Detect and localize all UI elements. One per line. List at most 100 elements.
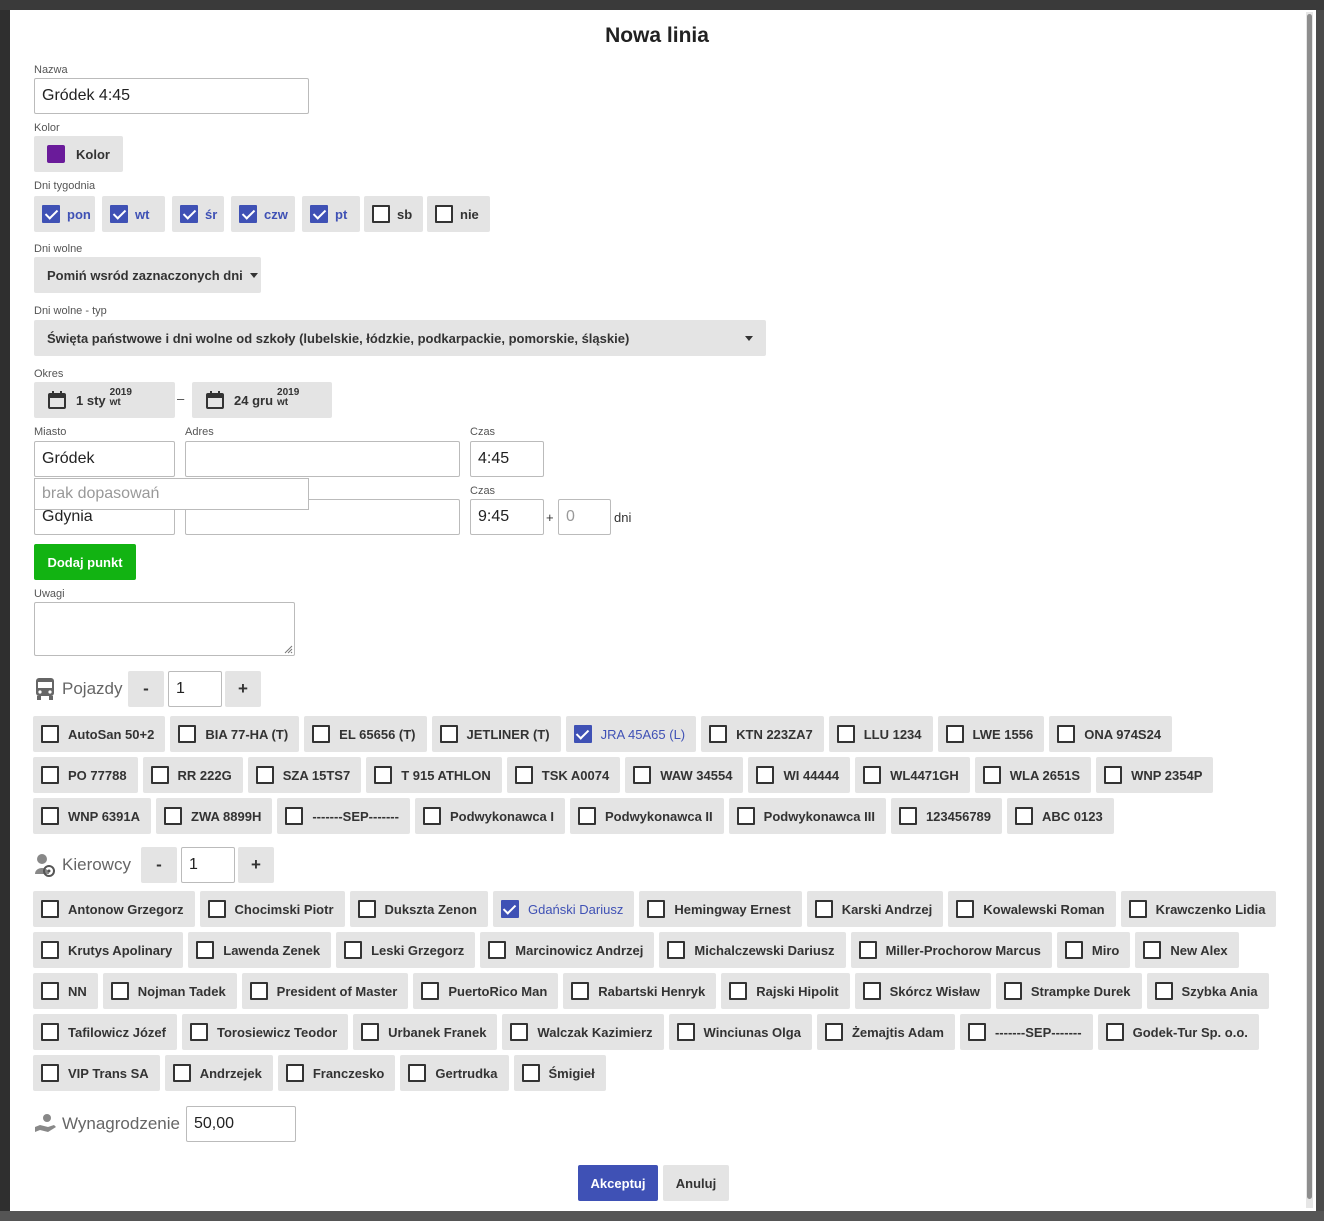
period-to-button[interactable]: 24 gru 2019 wt	[192, 382, 332, 418]
dialog-scrollbar[interactable]	[1306, 12, 1313, 1208]
driver-option[interactable]: Strampke Durek	[995, 973, 1142, 1009]
vehicles-count-input[interactable]	[168, 671, 222, 707]
vehicle-option[interactable]: 123456789	[890, 798, 1003, 834]
driver-option[interactable]: Skórcz Wisław	[854, 973, 991, 1009]
driver-option[interactable]: Winciunas Olga	[668, 1014, 812, 1050]
name-input[interactable]	[34, 78, 309, 114]
driver-option[interactable]: Lawenda Zenek	[188, 932, 332, 968]
driver-option[interactable]: Torosiewicz Teodor	[182, 1014, 349, 1050]
holidays-dropdown[interactable]: Pomiń wsród zaznaczonych dni	[34, 257, 261, 293]
driver-option[interactable]: Nojman Tadek	[102, 973, 237, 1009]
vehicle-option[interactable]: WNP 6391A	[33, 798, 152, 834]
driver-option[interactable]: Urbanek Franek	[353, 1014, 498, 1050]
period-from-button[interactable]: 1 sty 2019 wt	[34, 382, 175, 418]
driver-option[interactable]: Rabartski Henryk	[563, 973, 717, 1009]
vehicle-option[interactable]: JRA 45A65 (L)	[565, 716, 697, 752]
end-time-input[interactable]	[470, 499, 544, 535]
vehicle-option[interactable]: PO 77788	[33, 757, 138, 793]
driver-option[interactable]: Walczak Kazimierz	[502, 1014, 664, 1050]
notes-textarea[interactable]	[34, 602, 295, 656]
driver-option[interactable]: Franczesko	[277, 1055, 396, 1091]
drivers-increment-button[interactable]: +	[238, 847, 274, 883]
vehicle-option[interactable]: WI 44444	[748, 757, 851, 793]
vehicle-option[interactable]: RR 222G	[142, 757, 243, 793]
driver-option[interactable]: Chocimski Piotr	[199, 891, 345, 927]
vehicle-option[interactable]: -------SEP-------	[277, 798, 410, 834]
driver-option[interactable]: Dukszta Zenon	[349, 891, 488, 927]
driver-option[interactable]: Gertrudka	[400, 1055, 509, 1091]
drivers-decrement-button[interactable]: -	[141, 847, 177, 883]
start-address-input[interactable]	[185, 441, 460, 477]
vehicle-option[interactable]: T 915 ATHLON	[366, 757, 502, 793]
driver-option[interactable]: Godek-Tur Sp. o.o.	[1097, 1014, 1259, 1050]
weekday-toggle[interactable]: sb	[364, 196, 423, 232]
vehicle-option[interactable]: SZA 15TS7	[247, 757, 362, 793]
vehicle-option[interactable]: ONA 974S24	[1049, 716, 1173, 752]
driver-option[interactable]: Krawczenko Lidia	[1120, 891, 1277, 927]
driver-option[interactable]: Gdański Dariusz	[492, 891, 635, 927]
vehicle-option[interactable]: ABC 0123	[1007, 798, 1114, 834]
driver-option[interactable]: President of Master	[241, 973, 409, 1009]
vehicle-option[interactable]: Podwykonawca III	[728, 798, 886, 834]
vehicle-option[interactable]: Podwykonawca I	[414, 798, 566, 834]
vehicle-option[interactable]: WAW 34554	[625, 757, 744, 793]
driver-option[interactable]: Antonow Grzegorz	[33, 891, 195, 927]
driver-option[interactable]: Rajski Hipolit	[721, 973, 850, 1009]
vehicle-option[interactable]: TSK A0074	[506, 757, 621, 793]
color-button[interactable]: Kolor	[34, 136, 123, 172]
vehicle-option[interactable]: WNP 2354P	[1096, 757, 1214, 793]
days-offset-input[interactable]	[558, 499, 611, 535]
start-city-input[interactable]	[34, 441, 175, 477]
driver-option[interactable]: Żemajtis Adam	[816, 1014, 955, 1050]
weekday-toggle[interactable]: pt	[302, 196, 360, 232]
driver-option[interactable]: -------SEP-------	[959, 1014, 1093, 1050]
vehicle-option[interactable]: LWE 1556	[937, 716, 1045, 752]
driver-option[interactable]: Krutys Apolinary	[33, 932, 184, 968]
vehicle-option[interactable]: EL 65656 (T)	[304, 716, 427, 752]
driver-option[interactable]: Szybka Ania	[1146, 973, 1269, 1009]
resize-handle-icon[interactable]	[283, 644, 293, 654]
driver-option[interactable]: New Alex	[1135, 932, 1239, 968]
weekday-toggle[interactable]: nie	[427, 196, 490, 232]
driver-option[interactable]: Andrzejek	[164, 1055, 273, 1091]
salary-input[interactable]	[186, 1106, 296, 1142]
driver-option[interactable]: Karski Andrzej	[806, 891, 944, 927]
driver-option[interactable]: Marcinowicz Andrzej	[480, 932, 655, 968]
city-autocomplete-dropdown[interactable]: brak dopasowań	[34, 478, 309, 510]
vehicle-option[interactable]: BIA 77-HA (T)	[170, 716, 300, 752]
vehicle-option[interactable]: KTN 223ZA7	[701, 716, 824, 752]
vehicle-option[interactable]: ZWA 8899H	[156, 798, 273, 834]
weekday-toggle[interactable]: czw	[231, 196, 295, 232]
driver-option[interactable]: Miro	[1056, 932, 1131, 968]
accept-button[interactable]: Akceptuj	[578, 1165, 658, 1201]
vehicles-increment-button[interactable]: +	[225, 671, 261, 707]
cancel-button[interactable]: Anuluj	[663, 1165, 729, 1201]
driver-option[interactable]: Tafilowicz Józef	[33, 1014, 177, 1050]
vehicle-option[interactable]: LLU 1234	[828, 716, 933, 752]
driver-option[interactable]: Śmigieł	[513, 1055, 606, 1091]
drivers-count-input[interactable]	[181, 847, 235, 883]
driver-option[interactable]: Leski Grzegorz	[336, 932, 476, 968]
weekday-toggle[interactable]: śr	[172, 196, 224, 232]
vehicles-title: Pojazdy	[62, 679, 123, 698]
vehicle-option[interactable]: WLA 2651S	[974, 757, 1092, 793]
driver-option[interactable]: VIP Trans SA	[33, 1055, 160, 1091]
weekday-toggle[interactable]: wt	[102, 196, 165, 232]
scrollbar-thumb[interactable]	[1307, 14, 1312, 1199]
vehicle-option[interactable]: JETLINER (T)	[431, 716, 561, 752]
weekday-toggle[interactable]: pon	[34, 196, 95, 232]
driver-option[interactable]: Miller-Prochorow Marcus	[850, 932, 1052, 968]
driver-option[interactable]: PuertoRico Man	[413, 973, 559, 1009]
vehicle-option[interactable]: WL4471GH	[855, 757, 970, 793]
caret-down-icon	[745, 336, 753, 341]
vehicle-option[interactable]: AutoSan 50+2	[33, 716, 166, 752]
add-point-button[interactable]: Dodaj punkt	[34, 544, 136, 580]
driver-option[interactable]: NN	[33, 973, 98, 1009]
start-time-input[interactable]	[470, 441, 544, 477]
driver-option[interactable]: Kowalewski Roman	[948, 891, 1116, 927]
driver-option[interactable]: Michalczewski Dariusz	[659, 932, 846, 968]
driver-option[interactable]: Hemingway Ernest	[639, 891, 802, 927]
vehicle-option[interactable]: Podwykonawca II	[570, 798, 724, 834]
vehicles-decrement-button[interactable]: -	[128, 671, 164, 707]
holiday-type-dropdown[interactable]: Święta państwowe i dni wolne od szkoły (…	[34, 320, 766, 356]
